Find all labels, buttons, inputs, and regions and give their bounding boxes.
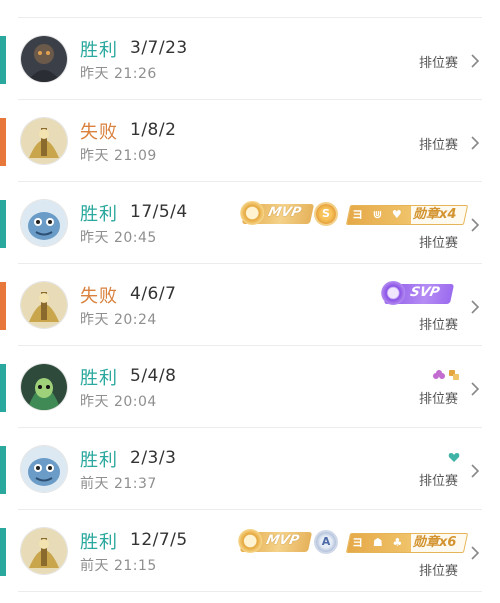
kda-score: 5/4/8 — [130, 366, 177, 386]
match-time: 昨天 21:26 — [80, 66, 157, 82]
hero-avatar — [21, 282, 67, 328]
svp-badge: SVP — [381, 281, 455, 305]
hero-avatar — [21, 118, 67, 164]
match-result: 失败 — [80, 286, 118, 307]
dark-warrior-avatar — [21, 36, 67, 82]
mvp-badge: MVP — [240, 201, 315, 225]
game-mode: 排位赛 — [418, 564, 458, 579]
match-row[interactable]: 胜利 12/7/5 前天 21:15 MVP A ヨ ☗ ♣ 勋章x6 排位赛 — [0, 510, 500, 592]
golden-warrior-avatar — [21, 528, 67, 574]
medal-count-label: 勋章x4 — [413, 207, 457, 222]
match-row[interactable]: 胜利 5/4/8 昨天 20:04 排位赛 — [0, 346, 500, 428]
match-result: 失败 — [80, 122, 118, 143]
chevron-right-icon — [471, 218, 480, 232]
gold-emblem-icon — [449, 370, 459, 380]
rank-s-coin-icon: S — [316, 204, 336, 224]
hero-avatar — [21, 200, 67, 246]
loss-indicator-bar — [0, 282, 6, 330]
medal-strip: ヨ ⋓ ♥ 勋章x4 — [345, 205, 469, 225]
chevron-right-icon — [471, 54, 480, 68]
kda-score: 17/5/4 — [130, 202, 188, 222]
blue-fish-avatar — [21, 446, 67, 492]
match-result: 胜利 — [80, 532, 118, 553]
win-indicator-bar — [0, 200, 6, 248]
win-indicator-bar — [0, 364, 6, 412]
medal-count-label: 勋章x6 — [413, 535, 457, 550]
match-row[interactable]: 胜利 3/7/23 昨天 21:26 排位赛 — [0, 18, 500, 100]
match-result: 胜利 — [80, 40, 118, 61]
mvp-emblem-icon — [238, 529, 263, 553]
divider — [18, 591, 482, 592]
match-time: 昨天 20:45 — [80, 230, 157, 246]
medal-strip: ヨ ☗ ♣ 勋章x6 — [345, 533, 469, 553]
match-history-list: 胜利 3/7/23 昨天 21:26 排位赛 失败 1/8/2 昨天 21:09… — [0, 0, 500, 603]
blue-fish-avatar — [21, 200, 67, 246]
game-mode: 排位赛 — [418, 474, 458, 489]
rank-a-coin-icon: A — [316, 532, 336, 552]
win-indicator-bar — [0, 36, 6, 84]
win-indicator-bar — [0, 528, 6, 576]
kda-score: 2/3/3 — [130, 448, 177, 468]
medal-icons: ヨ ☗ ♣ — [346, 534, 412, 552]
green-hooded-avatar — [21, 364, 67, 410]
chevron-right-icon — [471, 300, 480, 314]
game-mode: 排位赛 — [418, 138, 458, 153]
match-result: 胜利 — [80, 368, 118, 389]
golden-warrior-avatar — [21, 118, 67, 164]
match-result: 胜利 — [80, 450, 118, 471]
mvp-badge: MVP — [238, 529, 313, 553]
match-row[interactable]: 失败 1/8/2 昨天 21:09 排位赛 — [0, 100, 500, 182]
match-row[interactable]: 失败 4/6/7 昨天 20:24 SVP 排位赛 — [0, 264, 500, 346]
chevron-right-icon — [471, 382, 480, 396]
kda-score: 12/7/5 — [130, 530, 188, 550]
game-mode: 排位赛 — [418, 318, 458, 333]
chevron-right-icon — [471, 464, 480, 478]
game-mode: 排位赛 — [418, 236, 458, 251]
game-mode: 排位赛 — [418, 56, 458, 71]
match-row[interactable]: 胜利 17/5/4 昨天 20:45 MVP S ヨ ⋓ ♥ 勋章x4 排位赛 — [0, 182, 500, 264]
medal-icons: ヨ ⋓ ♥ — [346, 206, 411, 224]
match-time: 昨天 21:09 — [80, 148, 157, 164]
hero-avatar — [21, 528, 67, 574]
win-indicator-bar — [0, 446, 6, 494]
mvp-emblem-icon — [240, 201, 265, 225]
kda-score: 1/8/2 — [130, 120, 177, 140]
hero-avatar — [21, 446, 67, 492]
chevron-right-icon — [471, 136, 480, 150]
match-result: 胜利 — [80, 204, 118, 225]
flower-icon — [433, 370, 445, 379]
kda-score: 4/6/7 — [130, 284, 177, 304]
svp-emblem-icon — [381, 281, 406, 305]
game-mode: 排位赛 — [418, 392, 458, 407]
loss-indicator-bar — [0, 118, 6, 166]
match-time: 昨天 20:24 — [80, 312, 157, 328]
match-time: 前天 21:37 — [80, 476, 157, 492]
golden-warrior-avatar — [21, 282, 67, 328]
kda-score: 3/7/23 — [130, 38, 188, 58]
hero-avatar — [21, 364, 67, 410]
match-time: 昨天 20:04 — [80, 394, 157, 410]
teal-heart-icon — [448, 453, 460, 462]
match-time: 前天 21:15 — [80, 558, 157, 574]
chevron-right-icon — [471, 546, 480, 560]
match-row[interactable]: 胜利 2/3/3 前天 21:37 排位赛 — [0, 428, 500, 510]
hero-avatar — [21, 36, 67, 82]
